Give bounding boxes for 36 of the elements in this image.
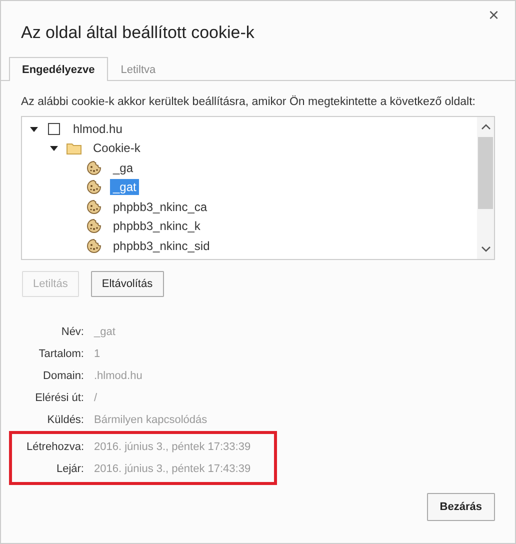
field-value: .hlmod.hu — [94, 370, 144, 382]
field-value: 2016. június 3., péntek 17:43:39 — [94, 463, 252, 475]
scroll-down-icon[interactable] — [480, 245, 490, 253]
tree-item[interactable]: phpbb3_nkinc_ca — [110, 198, 210, 215]
action-button[interactable]: Eltávolítás — [90, 271, 164, 297]
field-label: Lejár: — [55, 463, 84, 475]
scroll-thumb[interactable] — [478, 137, 493, 209]
cookie-icon — [86, 179, 102, 196]
field-value: Bármilyen kapcsolódás — [94, 414, 208, 426]
tree-item[interactable]: _ga — [110, 160, 136, 176]
description-text: Az alábbi cookie-k akkor kerültek beállításra, amikor Ön megtekintette a következő oldalt: — [21, 96, 476, 108]
close-button[interactable]: × — [484, 5, 503, 26]
field-value: 2016. június 3., péntek 17:33:39 — [94, 441, 252, 453]
field-label: Név: — [60, 326, 84, 338]
tab[interactable]: Engedélyezve — [9, 57, 108, 81]
cookie-icon — [86, 218, 102, 234]
tree-item[interactable]: hlmod.hu — [70, 120, 126, 137]
field-label: Küldés: — [46, 414, 84, 426]
field-label: Elérési út: — [34, 392, 84, 404]
tree-item[interactable]: phpbb3_nkinc_k — [110, 218, 204, 234]
field-label: Tartalom: — [38, 348, 84, 360]
close-dialog-button[interactable]: Bezárás — [426, 493, 495, 521]
cookie-icon — [86, 198, 102, 215]
field-value: _gat — [94, 326, 116, 338]
field-label: Domain: — [42, 370, 84, 382]
field-label: Létrehozva: — [26, 441, 84, 453]
cookie-icon — [86, 160, 102, 176]
dialog-title: Az oldal által beállított cookie-k — [21, 23, 256, 43]
scroll-up-icon[interactable] — [480, 123, 490, 131]
field-value: 1 — [94, 348, 102, 360]
cookie-icon — [86, 238, 102, 254]
page-icon — [46, 120, 62, 137]
tree-item[interactable]: phpbb3_nkinc_sid — [110, 238, 213, 254]
field-value: / — [94, 392, 98, 404]
scrollbar[interactable] — [477, 117, 494, 259]
tree-item[interactable]: Cookie-k — [90, 140, 144, 156]
